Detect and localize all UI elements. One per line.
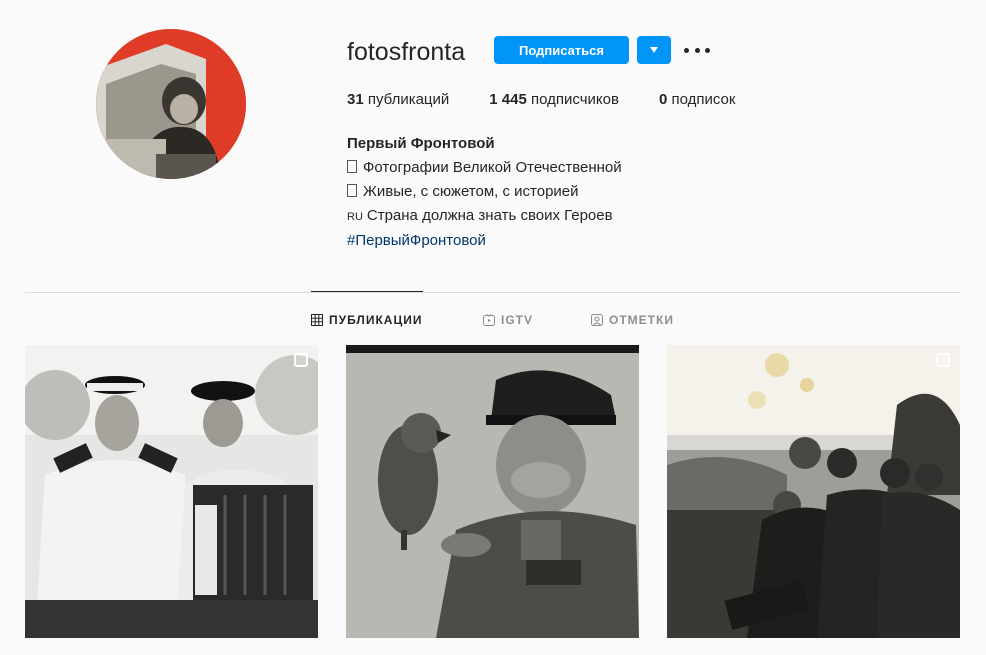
bio-line: Фотографии Великой Отечественной [347, 156, 622, 180]
grid-icon [311, 314, 323, 326]
post-thumbnail[interactable] [667, 345, 960, 638]
tab-label: ПУБЛИКАЦИИ [329, 313, 423, 327]
multiple-photos-icon [936, 353, 950, 367]
more-dot [694, 47, 700, 53]
following-stat[interactable]: 0 подписок [659, 91, 735, 108]
post-photo [667, 345, 960, 638]
bio-line: Живые, с сюжетом, с историей [347, 180, 622, 204]
follow-button[interactable]: Подписаться [494, 36, 629, 64]
emoji-glyph-icon [347, 160, 357, 173]
avatar-photo [96, 29, 246, 179]
multiple-photos-icon [294, 353, 308, 367]
followers-count: 1 445 [489, 91, 527, 108]
posts-label: публикаций [367, 91, 450, 108]
more-dot [705, 47, 710, 53]
followers-label: подписчиков [531, 91, 619, 108]
more-dot [684, 47, 689, 53]
post-photo [25, 345, 318, 638]
tab-tagged[interactable]: ОТМЕТКИ [591, 312, 674, 328]
flag-ru-icon: RU [347, 211, 363, 223]
more-options-button[interactable] [684, 40, 710, 60]
post-thumbnail[interactable] [346, 345, 639, 638]
tab-igtv[interactable]: IGTV [483, 312, 533, 328]
post-photo [346, 345, 639, 638]
following-label: подписок [671, 91, 736, 108]
tab-posts[interactable]: ПУБЛИКАЦИИ [311, 312, 422, 328]
profile-stats: 31 публикаций 1 445 подписчиков 0 подпис… [347, 91, 775, 108]
tab-label: ОТМЕТКИ [609, 313, 674, 327]
posts-count: 31 [347, 91, 364, 108]
chevron-down-icon [650, 47, 658, 53]
active-tab-indicator [311, 291, 423, 292]
suggestions-dropdown-button[interactable] [637, 36, 671, 64]
tagged-icon [591, 314, 603, 326]
profile-avatar[interactable] [96, 29, 246, 179]
profile-bio: Первый Фронтовой Фотографии Великой Отеч… [347, 132, 622, 253]
profile-username: fotosfronta [347, 38, 466, 66]
profile-page: fotosfronta Подписаться 31 публикаций 1 … [0, 0, 986, 655]
tab-label: IGTV [501, 313, 534, 327]
post-thumbnail[interactable] [25, 345, 318, 638]
emoji-glyph-icon [347, 184, 357, 197]
bio-hashtag-link[interactable]: #ПервыйФронтовой [347, 229, 622, 253]
followers-stat[interactable]: 1 445 подписчиков [489, 91, 619, 108]
bio-line: RU Страна должна знать своих Героев [347, 207, 613, 224]
profile-full-name: Первый Фронтовой [347, 135, 495, 152]
tabs-divider [25, 292, 960, 293]
following-count: 0 [658, 91, 668, 108]
posts-stat: 31 публикаций [347, 91, 449, 108]
igtv-icon [483, 314, 495, 326]
